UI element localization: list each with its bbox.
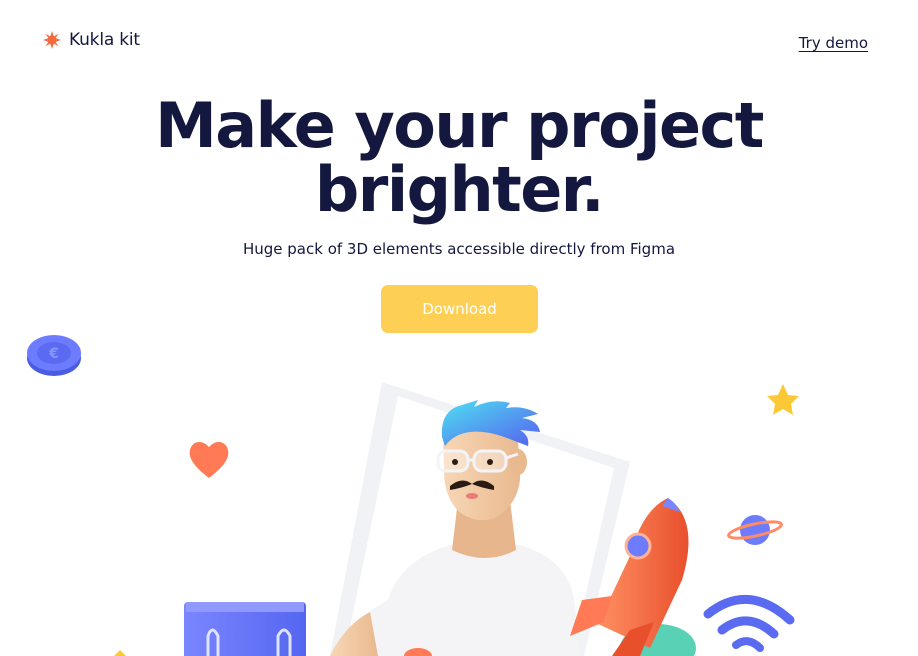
svg-text:€: € bbox=[48, 346, 59, 362]
wifi-icon bbox=[703, 595, 795, 652]
sun-burst-icon bbox=[43, 31, 61, 49]
coin-icon: € bbox=[27, 335, 81, 376]
hero-title: Make your project brighter. bbox=[0, 94, 918, 222]
planet-icon bbox=[727, 515, 783, 545]
download-button[interactable]: Download bbox=[381, 285, 538, 333]
brand-name: Kukla kit bbox=[69, 30, 140, 50]
sparkle-icon bbox=[114, 650, 126, 656]
try-demo-link[interactable]: Try demo bbox=[799, 34, 868, 52]
hero-title-line-2: brighter. bbox=[314, 153, 605, 226]
shopping-bag-icon bbox=[184, 602, 306, 656]
brand-logo[interactable]: Kukla kit bbox=[43, 30, 140, 50]
hero-subtitle: Huge pack of 3D elements accessible dire… bbox=[242, 240, 676, 258]
star-icon bbox=[767, 384, 799, 415]
hero-title-line-1: Make your project bbox=[155, 89, 764, 162]
heart-icon bbox=[189, 441, 229, 478]
